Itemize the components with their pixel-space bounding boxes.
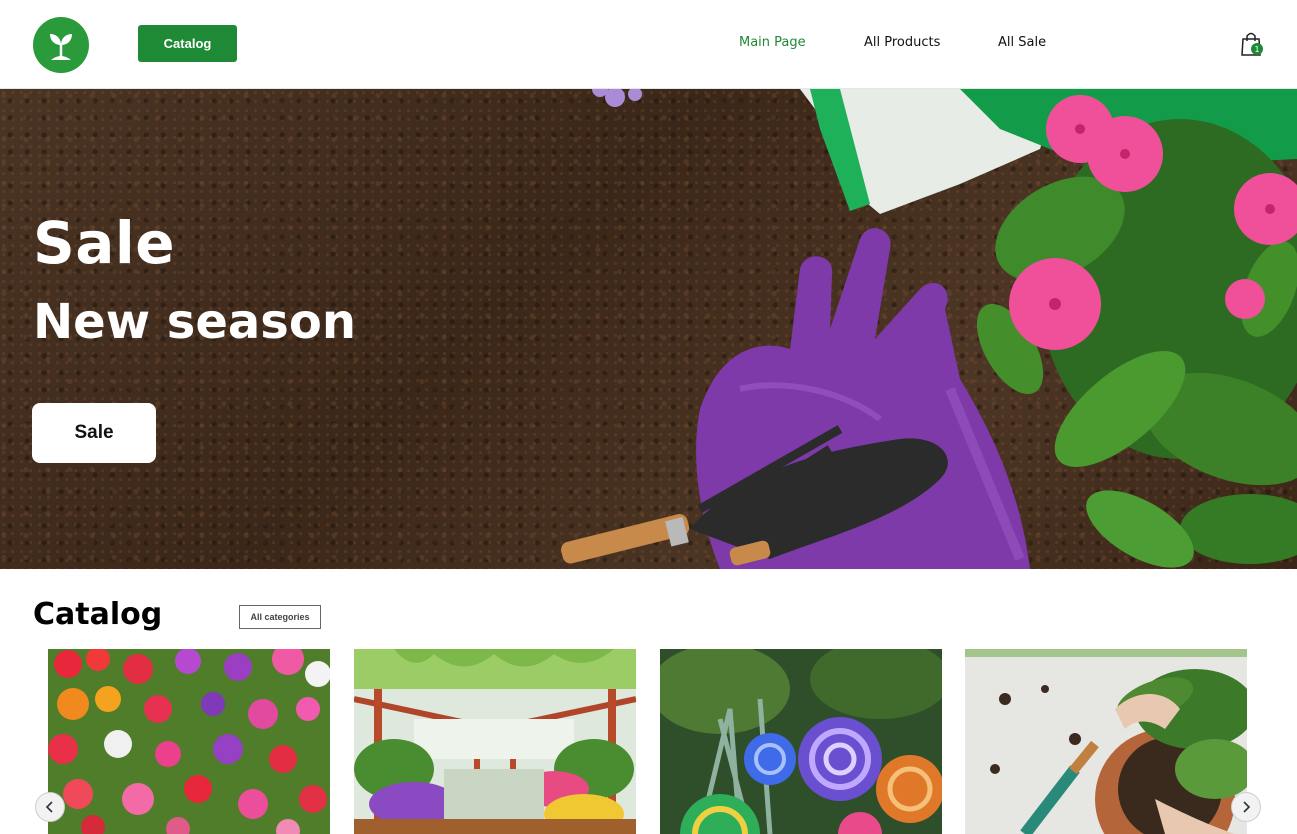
carousel-prev-button[interactable]: [35, 792, 65, 822]
sprout-icon: [50, 34, 72, 60]
nav-main-page[interactable]: Main Page: [739, 35, 806, 50]
catalog-card-garden-center[interactable]: [354, 649, 636, 834]
nav-all-products[interactable]: All Products: [864, 35, 940, 50]
garden-center-photo: [354, 649, 636, 834]
garden-decor-spirals-photo: [660, 649, 942, 834]
logo-sprout-icon[interactable]: [33, 17, 89, 73]
potting-plant-photo: [965, 649, 1247, 834]
catalog-carousel: [0, 649, 1297, 834]
hero-subtitle: New season: [33, 294, 357, 350]
nav-all-sale[interactable]: All Sale: [998, 35, 1046, 50]
hero-banner: Sale New season Sale: [0, 89, 1297, 569]
chevron-left-icon: [45, 801, 53, 813]
catalog-button[interactable]: Catalog: [138, 25, 237, 62]
catalog-card-potting[interactable]: [965, 649, 1247, 834]
catalog-section-title: Catalog: [33, 597, 163, 632]
cart-button[interactable]: 1: [1240, 31, 1264, 57]
catalog-card-flower-beds[interactable]: [48, 649, 330, 834]
site-header: Catalog Main Page All Products All Sale …: [0, 0, 1297, 89]
carousel-next-button[interactable]: [1231, 792, 1261, 822]
flower-beds-photo: [48, 649, 330, 834]
cart-count-badge: 1: [1251, 43, 1263, 55]
hero-title: Sale: [33, 209, 176, 277]
catalog-card-garden-decor[interactable]: [660, 649, 942, 834]
hero-sale-button[interactable]: Sale: [32, 403, 156, 463]
chevron-right-icon: [1243, 801, 1251, 813]
all-categories-button[interactable]: All categories: [239, 605, 321, 629]
